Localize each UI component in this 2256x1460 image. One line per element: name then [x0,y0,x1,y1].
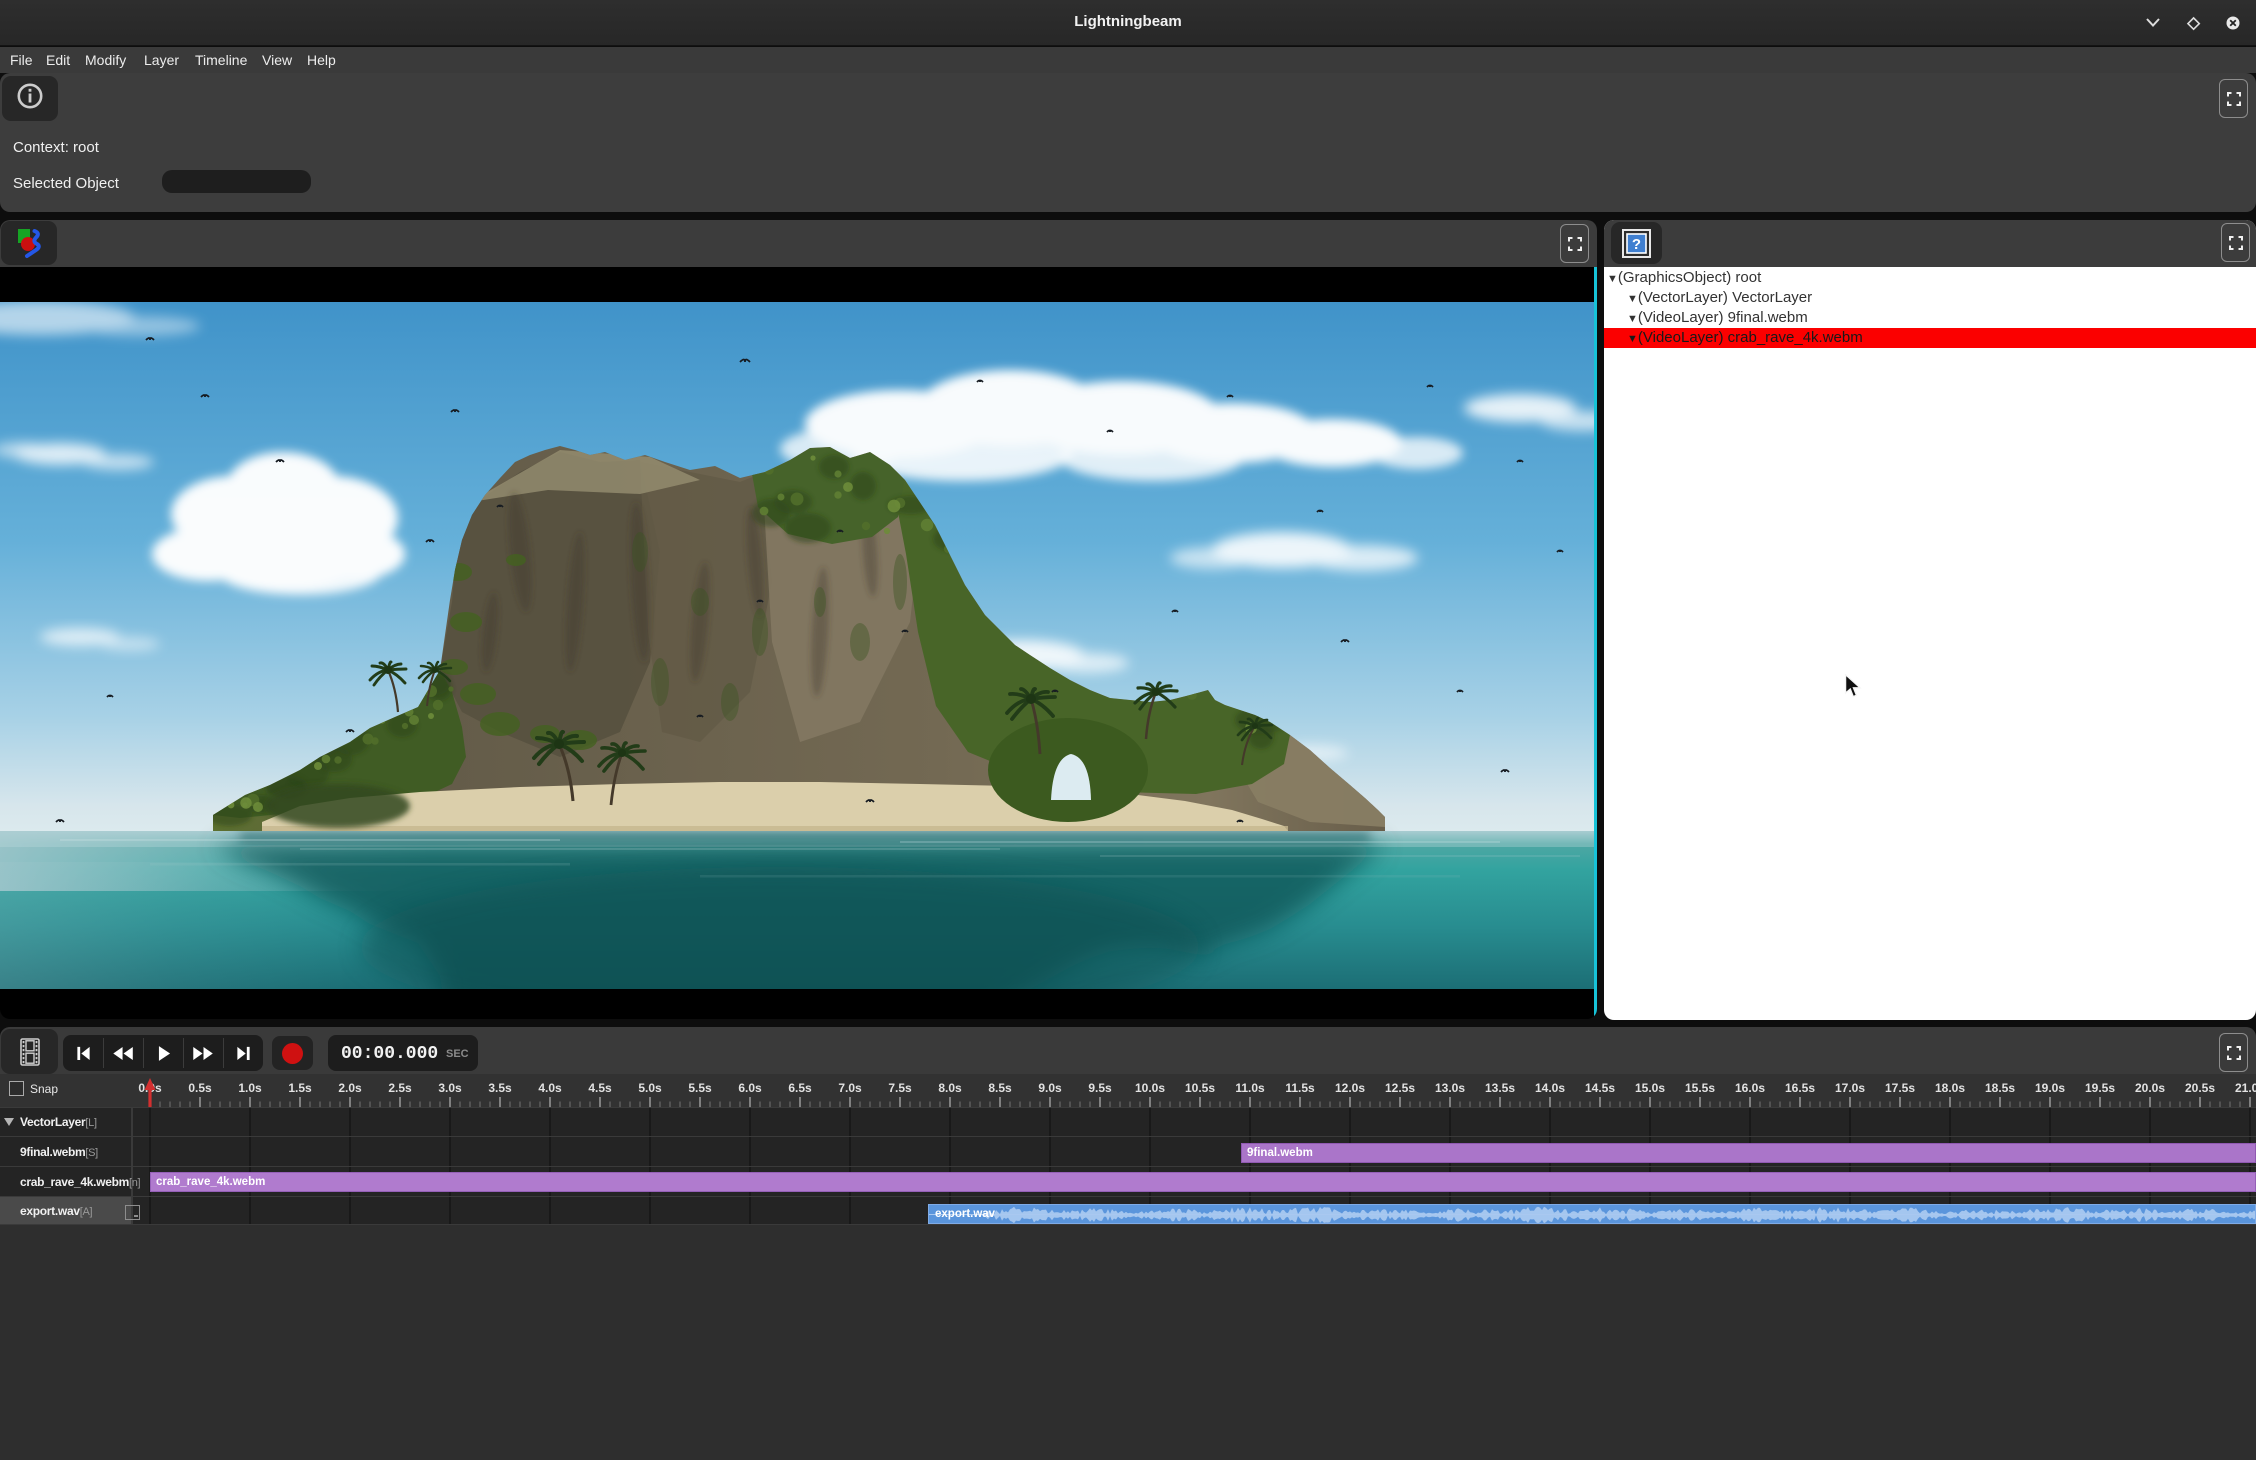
svg-text:?: ? [1632,236,1641,253]
